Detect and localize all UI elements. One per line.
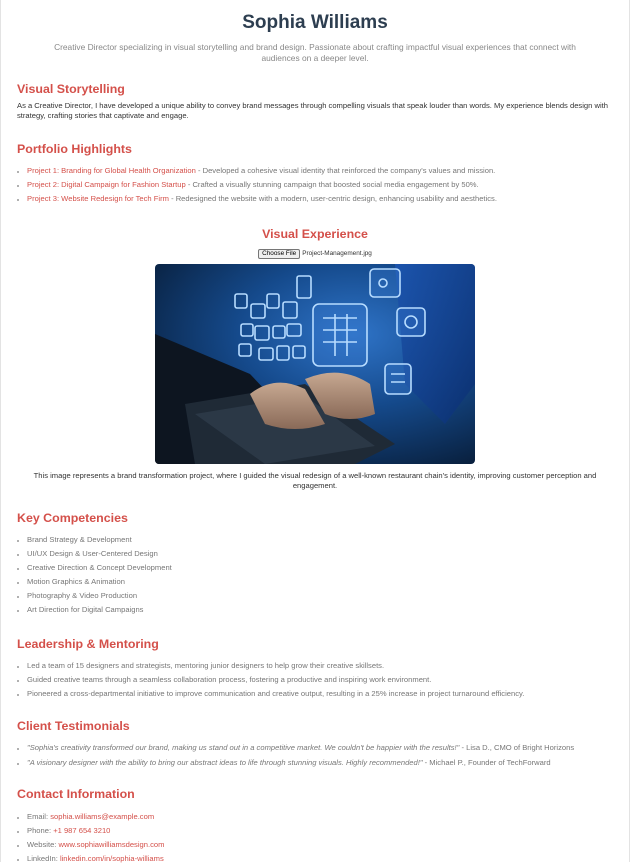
section-title: Contact Information bbox=[17, 787, 135, 801]
testimonials-list: "Sophia's creativity transformed our bra… bbox=[17, 743, 613, 768]
list-item: Guided creative teams through a seamless… bbox=[27, 675, 613, 685]
project-desc: - Redesigned the website with a modern, … bbox=[168, 194, 497, 203]
list-item: Creative Direction & Concept Development bbox=[27, 563, 613, 573]
section-visual-experience: Visual Experience Choose File Project-Man… bbox=[17, 226, 613, 491]
resume-page: Sophia Williams Creative Director specia… bbox=[0, 0, 630, 863]
list-item: "Sophia's creativity transformed our bra… bbox=[27, 743, 613, 753]
section-text: As a Creative Director, I have developed… bbox=[17, 101, 608, 120]
list-item: Art Direction for Digital Campaigns bbox=[27, 605, 613, 615]
list-item: "A visionary designer with the ability t… bbox=[27, 758, 613, 768]
section-title: Visual Experience bbox=[262, 227, 368, 241]
project-image bbox=[155, 263, 475, 464]
testimonial-author: - Lisa D., CMO of Bright Horizons bbox=[459, 743, 575, 752]
list-item: Led a team of 15 designers and strategis… bbox=[27, 661, 613, 671]
email-label: Email: bbox=[27, 812, 51, 821]
tagline: Creative Director specializing in visual… bbox=[54, 42, 576, 63]
choose-file-button[interactable]: Choose File bbox=[258, 249, 301, 259]
email-link[interactable]: sophia.williams@example.com bbox=[50, 812, 154, 821]
section-leadership: Leadership & Mentoring Led a team of 15 … bbox=[17, 636, 613, 703]
image-caption: This image represents a brand transforma… bbox=[33, 470, 597, 490]
section-title: Visual Storytelling bbox=[17, 82, 125, 96]
section-competencies: Key Competencies Brand Strategy & Develo… bbox=[17, 510, 613, 619]
project-2-link[interactable]: Project 2: Digital Campaign for Fashion … bbox=[27, 180, 186, 189]
phone-link[interactable]: +1 987 654 3210 bbox=[53, 826, 110, 835]
testimonial-quote: "Sophia's creativity transformed our bra… bbox=[27, 743, 460, 752]
list-item: Pioneered a cross-departmental initiativ… bbox=[27, 689, 613, 699]
list-item: UI/UX Design & User-Centered Design bbox=[27, 549, 613, 559]
project-desc: - Developed a cohesive visual identity t… bbox=[195, 166, 496, 175]
contact-linkedin: LinkedIn: linkedin.com/in/sophia-william… bbox=[27, 854, 613, 864]
section-title: Key Competencies bbox=[17, 511, 128, 525]
file-name: Project-Management.jpg bbox=[302, 250, 372, 257]
section-title: Portfolio Highlights bbox=[17, 142, 132, 156]
list-item: Project 1: Branding for Global Health Or… bbox=[27, 166, 613, 176]
section-visual-storytelling: Visual Storytelling As a Creative Direct… bbox=[17, 81, 613, 121]
competencies-list: Brand Strategy & Development UI/UX Desig… bbox=[17, 535, 613, 615]
page-title: Sophia Williams bbox=[242, 12, 388, 33]
list-item: Brand Strategy & Development bbox=[27, 535, 613, 545]
website-label: Website: bbox=[27, 840, 59, 849]
list-item: Motion Graphics & Animation bbox=[27, 577, 613, 587]
list-item: Photography & Video Production bbox=[27, 591, 613, 601]
testimonial-quote: "A visionary designer with the ability t… bbox=[27, 758, 423, 767]
contact-phone: Phone: +1 987 654 3210 bbox=[27, 826, 613, 836]
section-title: Leadership & Mentoring bbox=[17, 637, 159, 651]
list-item: Project 3: Website Redesign for Tech Fir… bbox=[27, 194, 613, 204]
leadership-list: Led a team of 15 designers and strategis… bbox=[17, 661, 613, 699]
file-input: Choose File Project-Management.jpg bbox=[17, 249, 613, 260]
portfolio-list: Project 1: Branding for Global Health Or… bbox=[17, 166, 613, 204]
list-item: Project 2: Digital Campaign for Fashion … bbox=[27, 180, 613, 190]
section-title: Client Testimonials bbox=[17, 719, 130, 733]
testimonial-author: - Michael P., Founder of TechForward bbox=[422, 758, 551, 767]
contact-list: Email: sophia.williams@example.com Phone… bbox=[17, 812, 613, 864]
website-link[interactable]: www.sophiawilliamsdesign.com bbox=[59, 840, 165, 849]
project-1-link[interactable]: Project 1: Branding for Global Health Or… bbox=[27, 166, 196, 175]
contact-email: Email: sophia.williams@example.com bbox=[27, 812, 613, 822]
project-desc: - Crafted a visually stunning campaign t… bbox=[185, 180, 479, 189]
contact-website: Website: www.sophiawilliamsdesign.com bbox=[27, 840, 613, 850]
section-testimonials: Client Testimonials "Sophia's creativity… bbox=[17, 718, 613, 773]
project-3-link[interactable]: Project 3: Website Redesign for Tech Fir… bbox=[27, 194, 169, 203]
phone-label: Phone: bbox=[27, 826, 54, 835]
section-portfolio: Portfolio Highlights Project 1: Branding… bbox=[17, 141, 613, 208]
section-contact: Contact Information Email: sophia.willia… bbox=[17, 786, 613, 868]
